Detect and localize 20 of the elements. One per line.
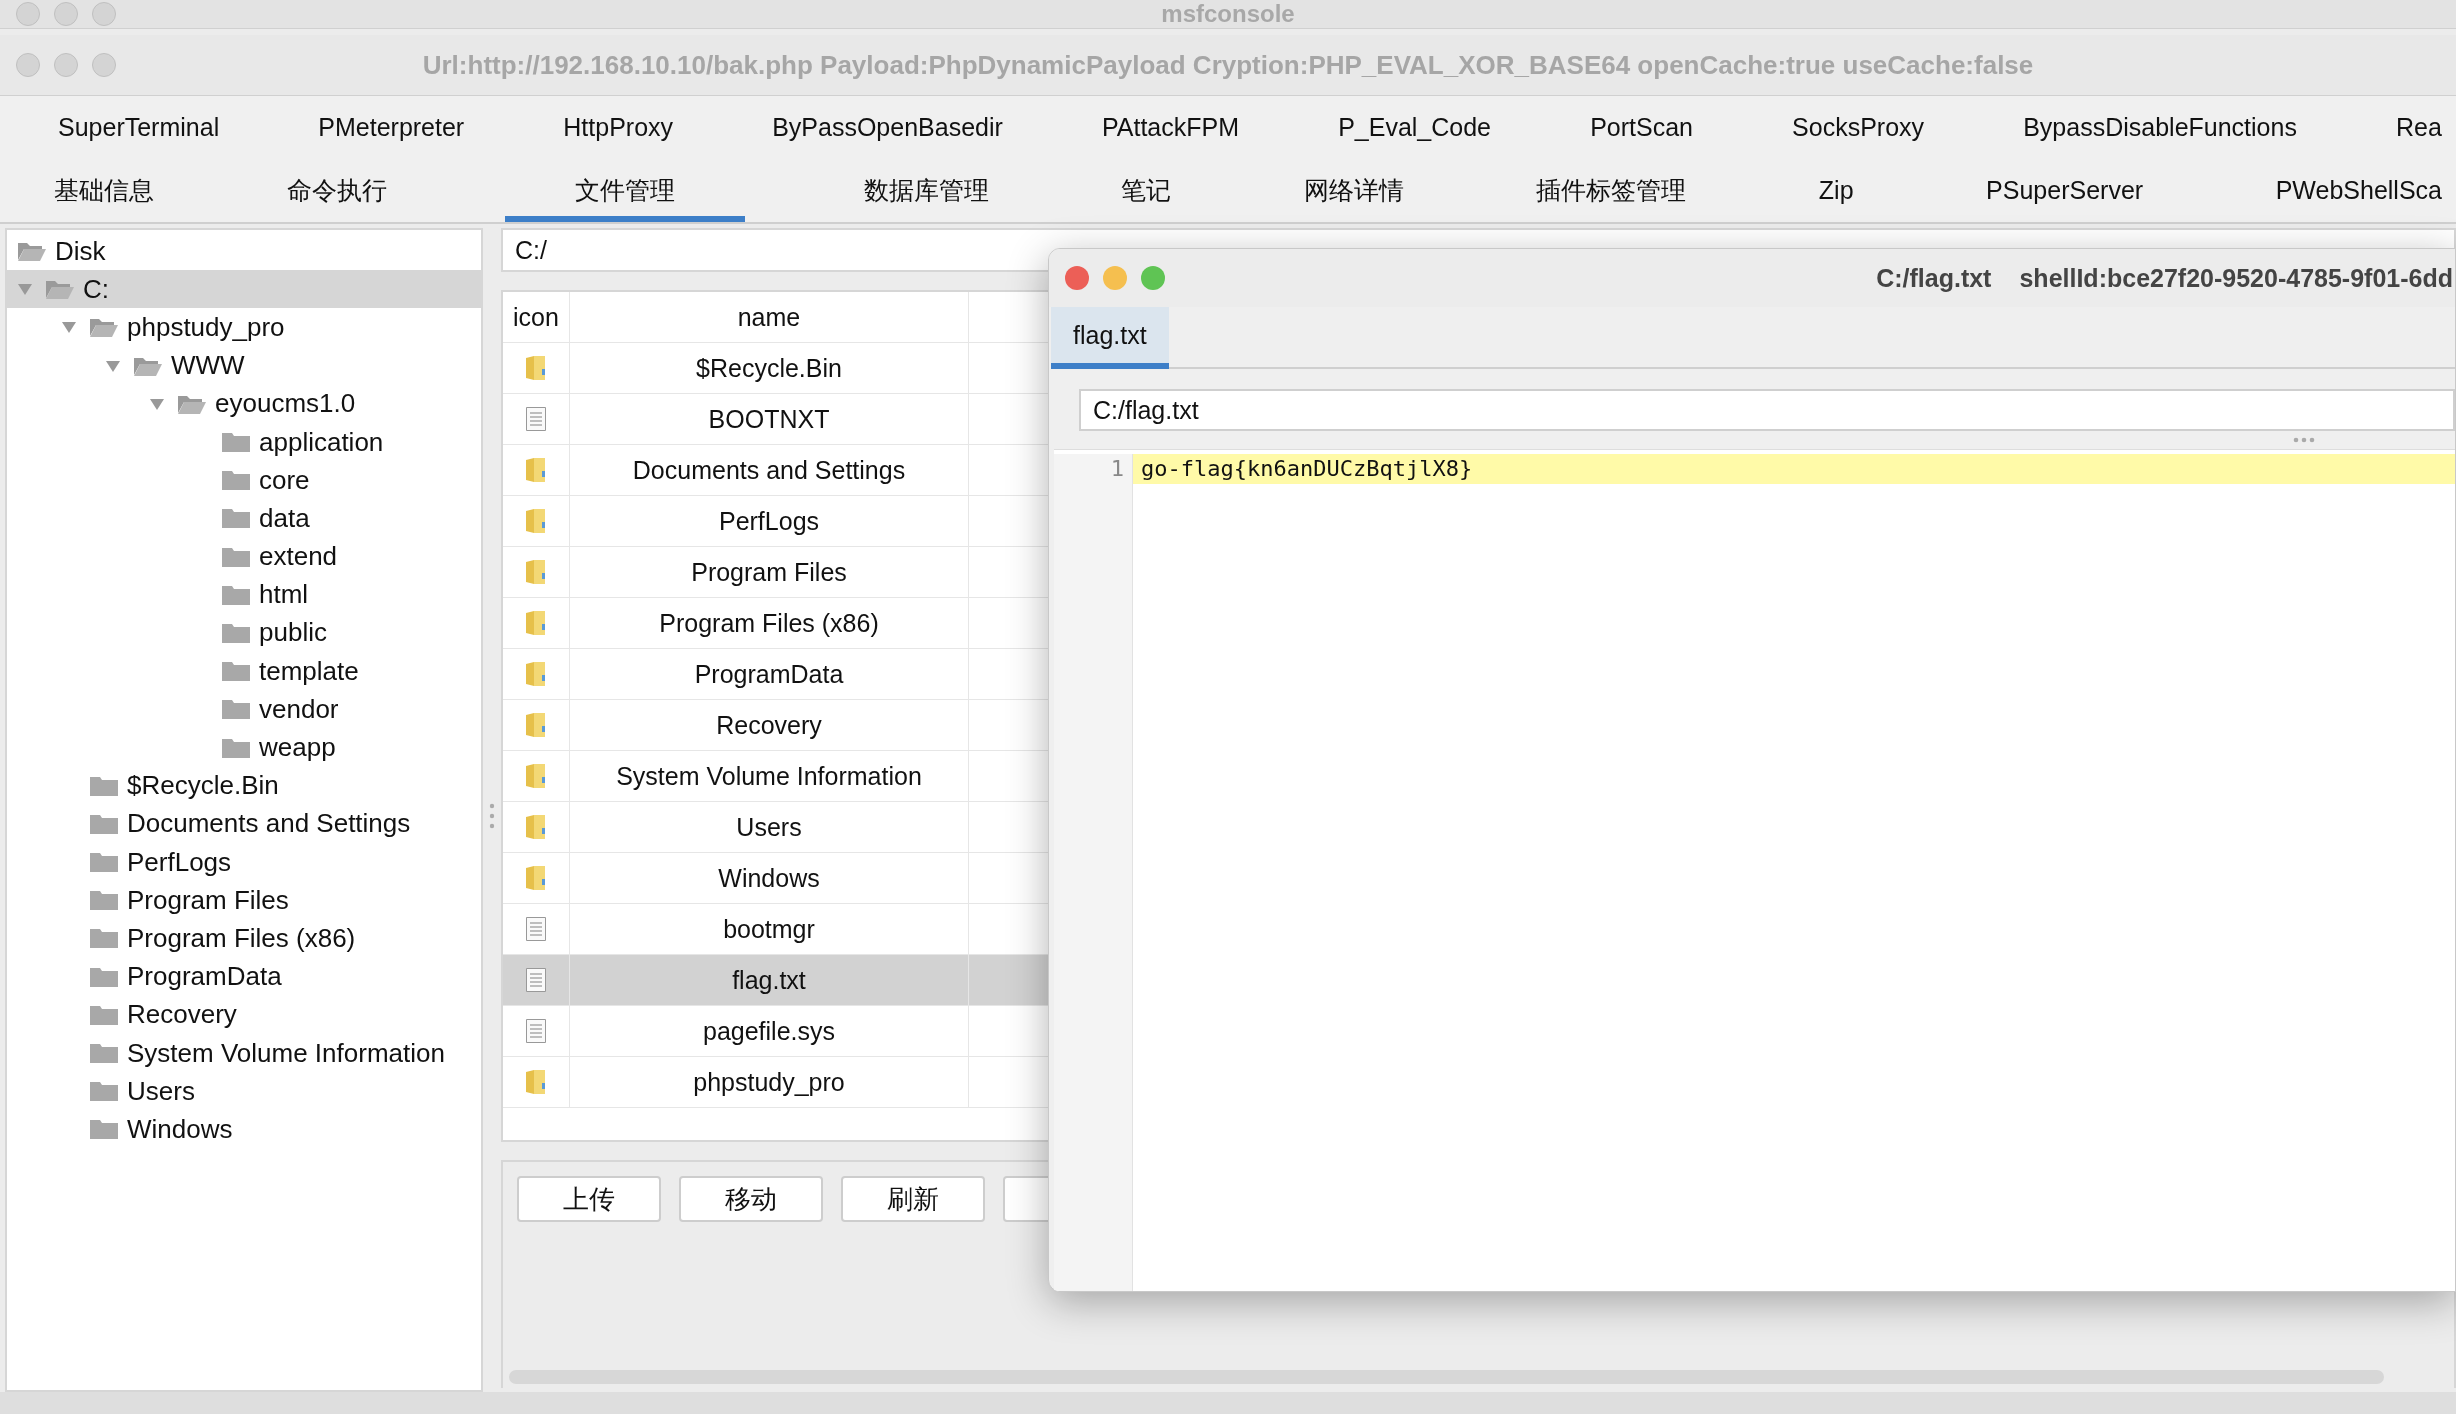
file-name: Documents and Settings	[570, 445, 969, 495]
file-name: $Recycle.Bin	[570, 343, 969, 393]
file-name: BOOTNXT	[570, 394, 969, 444]
file-name: ProgramData	[570, 649, 969, 699]
file-name: flag.txt	[570, 955, 969, 1005]
file-name: Windows	[570, 853, 969, 903]
file-name: pagefile.sys	[570, 1006, 969, 1056]
shell-id: shellId:bce27f20-9520-4785-9f01-6dd	[2019, 263, 2453, 293]
window-title: msfconsole	[1160, 1, 1296, 27]
file-name: bootmgr	[570, 904, 969, 954]
file-name: Recovery	[570, 700, 969, 750]
file-name: PerfLogs	[570, 496, 969, 546]
file-name: System Volume Information	[570, 751, 969, 801]
file-name: Program Files (x86)	[570, 598, 969, 648]
file-name: Program Files	[570, 547, 969, 597]
line-number: 1	[1110, 455, 1124, 483]
file-name: Users	[570, 802, 969, 852]
file-name: phpstudy_pro	[570, 1057, 969, 1107]
window-title: Url:http://192.168.10.10/bak.php Payload:PhpDynamicPayload Cryption:PHP_EVAL_XOR_BASE64 openCache:true useCache:false	[421, 49, 2035, 81]
window-title: C:/flag.txt	[1876, 263, 1992, 293]
